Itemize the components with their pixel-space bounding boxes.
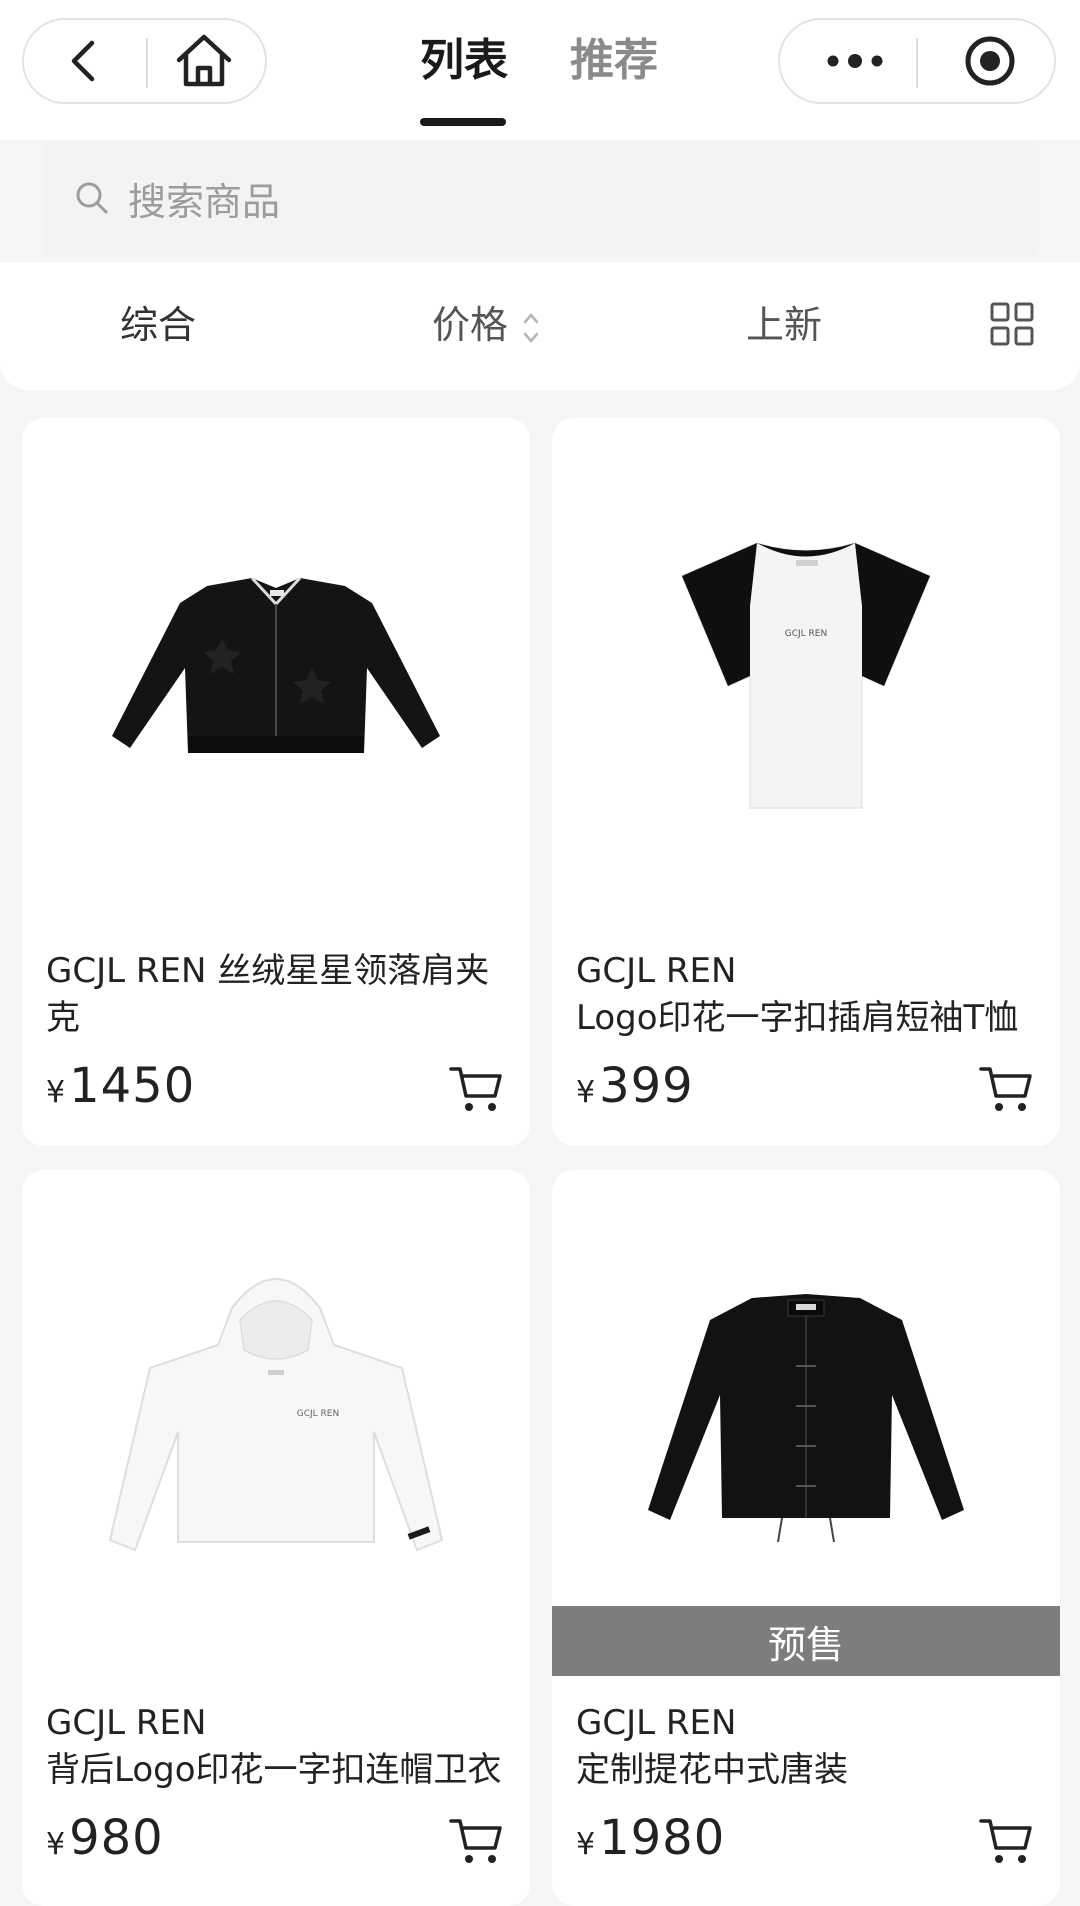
product-card[interactable]: 预售 GCJL REN 定制提花中式唐装 ¥ 1980 xyxy=(552,1170,1060,1906)
product-price: ¥ 399 xyxy=(576,1058,694,1114)
cart-icon[interactable] xyxy=(448,1064,504,1114)
currency-symbol: ¥ xyxy=(576,1827,596,1862)
filter-price[interactable]: 价格 xyxy=(432,298,508,352)
nav-capsule-left xyxy=(22,18,267,104)
active-tab-indicator xyxy=(420,118,506,126)
presale-badge: 预售 xyxy=(552,1606,1060,1676)
cart-icon[interactable] xyxy=(448,1816,504,1866)
product-card[interactable]: GCJL REN 丝绒星星领落肩夹 克 ¥ 1450 xyxy=(22,418,530,1146)
product-title: GCJL REN Logo印花一字扣插肩短袖T恤 xyxy=(576,948,1046,1042)
top-navigation-bar: 列表 推荐 xyxy=(0,0,1080,140)
more-icon xyxy=(827,54,883,68)
price-value: 399 xyxy=(599,1058,694,1114)
product-price: ¥ 1450 xyxy=(46,1058,195,1114)
product-image-tang-jacket xyxy=(648,1294,964,1543)
currency-symbol: ¥ xyxy=(576,1075,596,1110)
nav-capsule-right xyxy=(778,18,1056,104)
grid-layout-icon[interactable] xyxy=(990,302,1034,346)
product-title-line: GCJL REN xyxy=(576,951,737,991)
currency-symbol: ¥ xyxy=(46,1827,66,1862)
cart-icon[interactable] xyxy=(978,1816,1034,1866)
product-title: GCJL REN 定制提花中式唐装 xyxy=(576,1700,1046,1794)
tab-recommend[interactable]: 推荐 xyxy=(570,30,658,92)
product-title-line: 背后Logo印花一字扣连帽卫衣 xyxy=(46,1750,502,1790)
product-title-line: GCJL REN xyxy=(46,1703,207,1743)
product-title: GCJL REN 丝绒星星领落肩夹 克 xyxy=(46,948,516,1042)
price-value: 1980 xyxy=(599,1810,726,1866)
search-input[interactable]: 搜索商品 xyxy=(44,140,1038,256)
svg-text:GCJL REN: GCJL REN xyxy=(785,629,827,639)
product-card[interactable]: GCJL REN GCJL REN 背后Logo印花一字扣连帽卫衣 ¥ 980 xyxy=(22,1170,530,1906)
product-price: ¥ 980 xyxy=(46,1810,164,1866)
product-image-velvet-jacket xyxy=(112,576,440,753)
back-button[interactable] xyxy=(44,26,124,96)
home-button[interactable] xyxy=(164,24,244,98)
record-icon xyxy=(965,36,1015,86)
product-card[interactable]: GCJL REN GCJL REN Logo印花一字扣插肩短袖T恤 ¥ 399 xyxy=(552,418,1060,1146)
search-placeholder: 搜索商品 xyxy=(128,179,281,224)
product-image-hoodie: GCJL REN xyxy=(108,1278,444,1552)
filter-default[interactable]: 综合 xyxy=(120,298,196,352)
product-title-line: GCJL REN 丝绒星星领落肩夹 xyxy=(46,951,490,991)
product-image-raglan-tee: GCJL REN xyxy=(681,542,931,809)
close-miniprogram-button[interactable] xyxy=(940,26,1040,96)
back-icon xyxy=(71,40,95,82)
sort-icon xyxy=(523,313,539,343)
filter-bar: 综合 价格 上新 xyxy=(0,262,1080,390)
search-icon xyxy=(76,182,108,214)
more-button[interactable] xyxy=(800,26,910,96)
product-title-line: 定制提花中式唐装 xyxy=(576,1750,848,1790)
svg-text:GCJL REN: GCJL REN xyxy=(297,1409,339,1419)
tab-list[interactable]: 列表 xyxy=(420,30,508,92)
cart-icon[interactable] xyxy=(978,1064,1034,1114)
product-title-line: Logo印花一字扣插肩短袖T恤 xyxy=(576,998,1019,1038)
product-price: ¥ 1980 xyxy=(576,1810,725,1866)
home-icon xyxy=(176,34,232,87)
filter-new[interactable]: 上新 xyxy=(746,298,822,352)
product-title-line: GCJL REN xyxy=(576,1703,737,1743)
product-title-line: 克 xyxy=(46,998,80,1038)
price-value: 1450 xyxy=(69,1058,196,1114)
product-title: GCJL REN 背后Logo印花一字扣连帽卫衣 xyxy=(46,1700,516,1794)
price-value: 980 xyxy=(69,1810,164,1866)
currency-symbol: ¥ xyxy=(46,1075,66,1110)
capsule-divider xyxy=(146,38,148,88)
capsule-divider xyxy=(916,38,918,88)
